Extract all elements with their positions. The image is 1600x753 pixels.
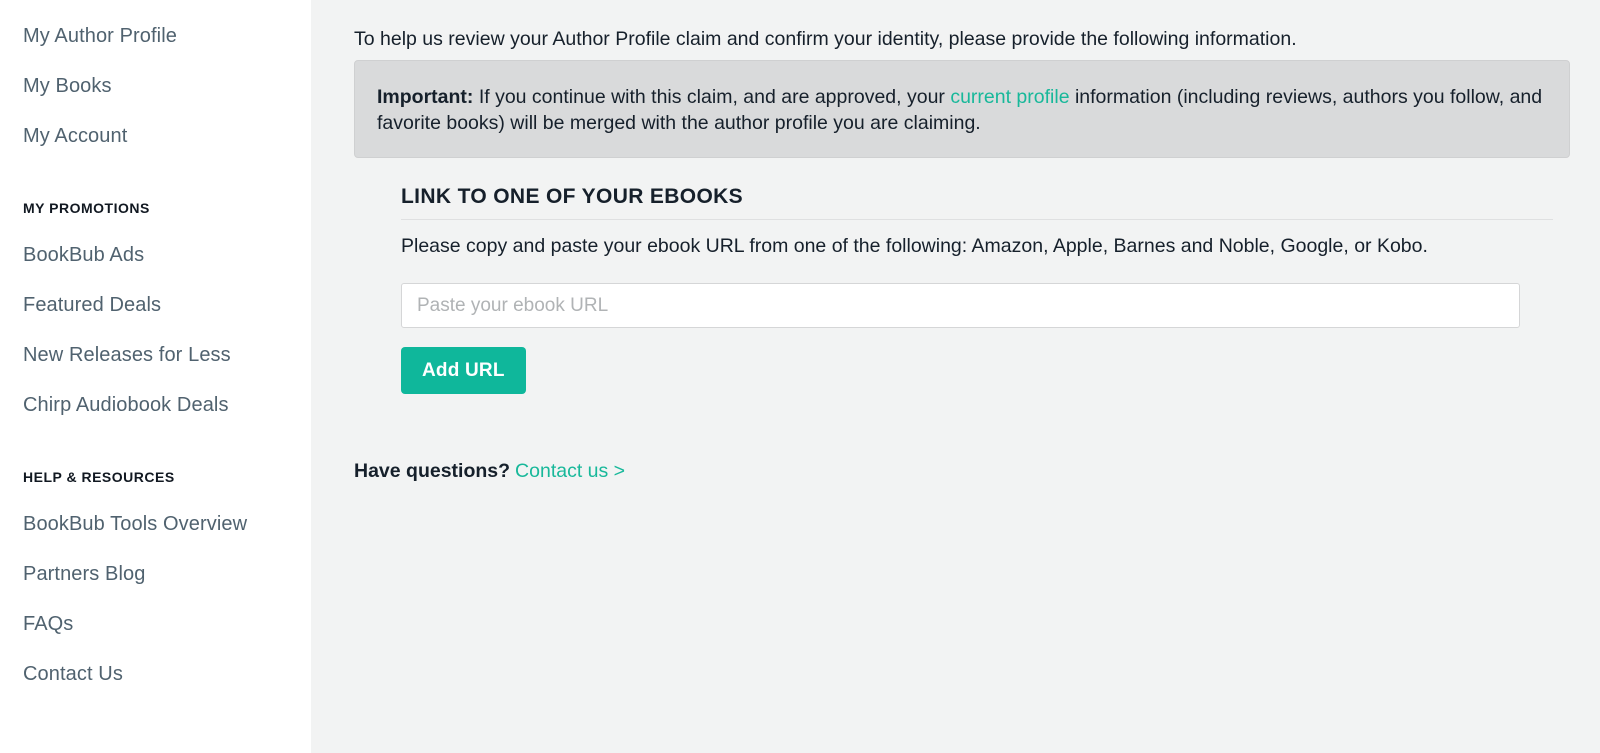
sidebar-item-featured-deals[interactable]: Featured Deals bbox=[0, 280, 311, 330]
page-root: My Author Profile My Books My Account MY… bbox=[0, 0, 1600, 753]
intro-text: To help us review your Author Profile cl… bbox=[354, 27, 1297, 50]
section-title: LINK TO ONE OF YOUR EBOOKS bbox=[401, 185, 1553, 220]
main-content: To help us review your Author Profile cl… bbox=[311, 0, 1600, 753]
add-url-button[interactable]: Add URL bbox=[401, 347, 526, 394]
sidebar-item-partners-blog[interactable]: Partners Blog bbox=[0, 549, 311, 599]
have-questions-row: Have questions? Contact us > bbox=[354, 458, 625, 484]
sidebar-group-account: My Author Profile My Books My Account bbox=[0, 11, 311, 161]
have-questions-label: Have questions? bbox=[354, 460, 511, 482]
link-ebook-section: LINK TO ONE OF YOUR EBOOKS Please copy a… bbox=[401, 185, 1600, 394]
important-notice-label: Important: bbox=[377, 86, 474, 108]
important-notice-text-before-link: If you continue with this claim, and are… bbox=[473, 86, 951, 108]
important-notice-alert: Important: If you continue with this cla… bbox=[354, 60, 1570, 158]
sidebar-item-bookbub-ads[interactable]: BookBub Ads bbox=[0, 230, 311, 280]
sidebar-item-my-account[interactable]: My Account bbox=[0, 111, 311, 161]
sidebar-item-chirp-audiobook-deals[interactable]: Chirp Audiobook Deals bbox=[0, 380, 311, 430]
sidebar-heading-help-and-resources: HELP & RESOURCES bbox=[23, 469, 175, 485]
important-notice-text: Important: If you continue with this cla… bbox=[377, 84, 1547, 136]
sidebar-item-my-author-profile[interactable]: My Author Profile bbox=[0, 11, 311, 61]
sidebar-group-promotions: MY PROMOTIONS BookBub Ads Featured Deals… bbox=[0, 186, 311, 430]
contact-us-link[interactable]: Contact us > bbox=[515, 460, 625, 482]
sidebar-group-help: HELP & RESOURCES BookBub Tools Overview … bbox=[0, 455, 311, 699]
sidebar: My Author Profile My Books My Account MY… bbox=[0, 0, 311, 753]
sidebar-heading-my-promotions: MY PROMOTIONS bbox=[23, 200, 150, 216]
sidebar-item-faqs[interactable]: FAQs bbox=[0, 599, 311, 649]
current-profile-link[interactable]: current profile bbox=[950, 86, 1069, 108]
sidebar-item-my-books[interactable]: My Books bbox=[0, 61, 311, 111]
sidebar-item-new-releases-for-less[interactable]: New Releases for Less bbox=[0, 330, 311, 380]
sidebar-item-contact-us[interactable]: Contact Us bbox=[0, 649, 311, 699]
ebook-url-input[interactable] bbox=[401, 283, 1520, 328]
sidebar-item-bookbub-tools-overview[interactable]: BookBub Tools Overview bbox=[0, 499, 311, 549]
section-description: Please copy and paste your ebook URL fro… bbox=[401, 235, 1428, 257]
